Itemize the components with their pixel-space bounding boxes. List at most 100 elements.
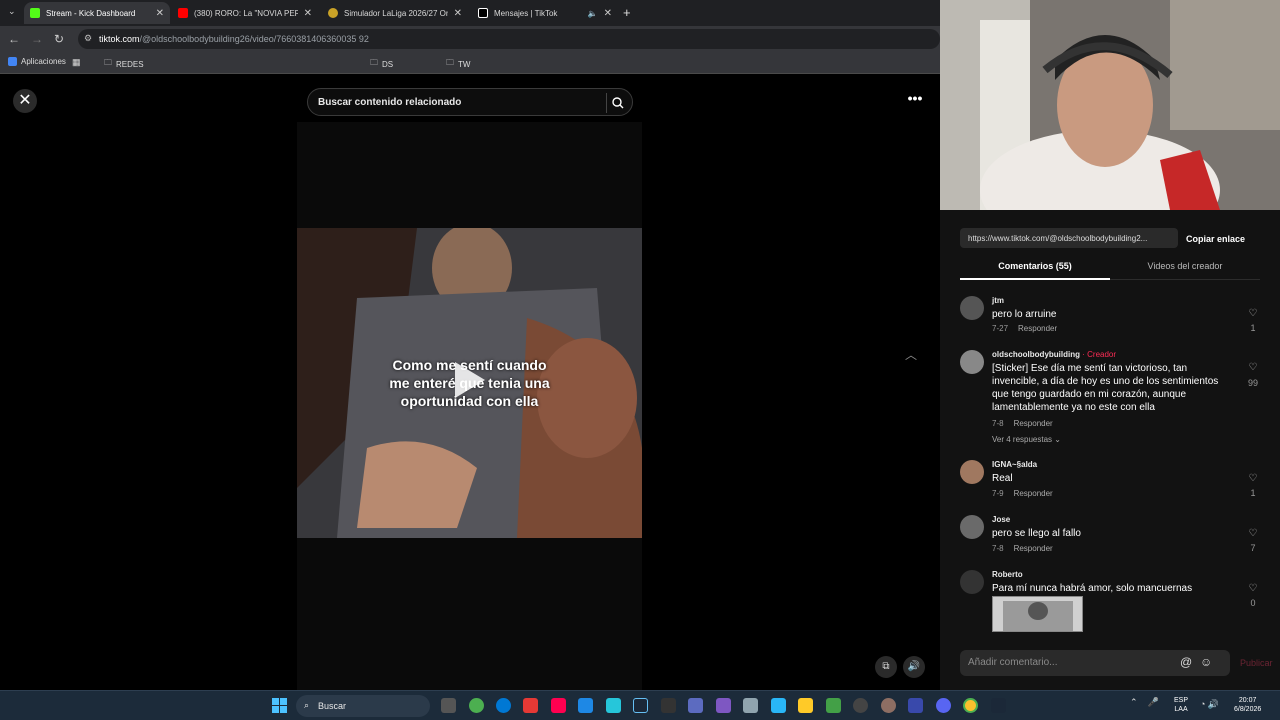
reply-button[interactable]: Responder bbox=[1014, 419, 1053, 428]
comment-item: IGNA~§alda Real 7-9 Responder ♡ 1 bbox=[960, 460, 1260, 508]
comment-username-row[interactable]: oldschoolbodybuilding · Creador bbox=[992, 350, 1116, 359]
app-icon[interactable] bbox=[881, 698, 896, 713]
reload-icon[interactable]: ↻ bbox=[54, 32, 64, 46]
mention-icon[interactable]: @ bbox=[1180, 655, 1192, 669]
app-icon[interactable] bbox=[578, 698, 593, 713]
heart-icon[interactable]: ♡ bbox=[1246, 473, 1260, 484]
reply-button[interactable]: Responder bbox=[1018, 324, 1057, 333]
kick-icon bbox=[30, 8, 40, 18]
comment-meta: 7-9 Responder bbox=[992, 489, 1053, 498]
video-player[interactable]: Como me sentí cuando me enteré que tenia… bbox=[297, 122, 642, 690]
view-replies-button[interactable]: Ver 4 respuestas ⌄ bbox=[992, 435, 1061, 444]
calculator-icon[interactable] bbox=[743, 698, 758, 713]
comment-username[interactable]: Jose bbox=[992, 515, 1010, 524]
chevron-down-icon: ⌄ bbox=[1054, 435, 1061, 444]
bookmark-label: TW bbox=[458, 59, 471, 69]
avatar[interactable] bbox=[960, 460, 984, 484]
task-view-icon[interactable] bbox=[441, 698, 456, 713]
site-info-icon[interactable]: ⚙ bbox=[84, 33, 92, 44]
reply-button[interactable]: Responder bbox=[1014, 544, 1053, 553]
tiktok-app-icon[interactable] bbox=[551, 698, 566, 713]
address-bar[interactable]: ⚙ tiktok.com/@oldschoolbodybuilding26/vi… bbox=[78, 29, 940, 49]
tab-tiktok-messages[interactable]: Mensajes | TikTok 🔈 ✕ bbox=[472, 2, 618, 24]
close-tab-icon[interactable]: ✕ bbox=[156, 8, 164, 19]
ds-folder[interactable]: 🗀 DS bbox=[370, 57, 393, 71]
publish-button[interactable]: Publicar bbox=[1240, 658, 1273, 668]
play-icon[interactable] bbox=[455, 362, 485, 398]
comment-username[interactable]: Roberto bbox=[992, 570, 1023, 579]
close-tab-icon[interactable]: ✕ bbox=[304, 8, 312, 19]
related-search-input[interactable]: Buscar contenido relacionado bbox=[307, 88, 633, 116]
volume-icon[interactable]: 🔊 bbox=[903, 656, 925, 678]
edge-icon[interactable] bbox=[496, 698, 511, 713]
more-options-icon[interactable]: ••• bbox=[903, 90, 927, 110]
tw-folder[interactable]: 🗀 TW bbox=[446, 57, 470, 71]
apps-bookmark[interactable]: Aplicaciones bbox=[8, 57, 66, 66]
tab-comments[interactable]: Comentarios (55) bbox=[960, 261, 1110, 280]
steam-icon[interactable] bbox=[633, 698, 648, 713]
app-icon[interactable] bbox=[661, 698, 676, 713]
app-icon[interactable] bbox=[908, 698, 923, 713]
chrome-icon[interactable] bbox=[469, 698, 484, 713]
close-button[interactable]: ✕ bbox=[13, 89, 37, 113]
avatar[interactable] bbox=[960, 515, 984, 539]
tab-search-chevron-icon[interactable]: ⌄ bbox=[8, 6, 16, 17]
back-icon[interactable]: ← bbox=[8, 32, 20, 46]
tiktok-video-viewer: ✕ Buscar contenido relacionado ••• Como … bbox=[0, 76, 940, 690]
comment-username: oldschoolbodybuilding bbox=[992, 350, 1080, 359]
tab-laliga-simulator[interactable]: Simulador LaLiga 2026/27 Onl ✕ bbox=[322, 2, 468, 24]
reply-button[interactable]: Responder bbox=[1014, 489, 1053, 498]
network-volume-icons[interactable]: ◔ 🔊 bbox=[1200, 699, 1219, 710]
language-indicator[interactable]: ESP LAA bbox=[1174, 696, 1188, 714]
file-explorer-icon[interactable] bbox=[798, 698, 813, 713]
app-icon[interactable] bbox=[523, 698, 538, 713]
app-icon[interactable] bbox=[606, 698, 621, 713]
taskbar-search[interactable]: ⌕ Buscar bbox=[296, 695, 430, 717]
clock[interactable]: 20:07 6/8/2026 bbox=[1234, 696, 1261, 714]
discord-icon[interactable] bbox=[936, 698, 951, 713]
comment-meta: 7-8 Responder bbox=[992, 419, 1053, 428]
avatar[interactable] bbox=[960, 350, 984, 374]
heart-icon[interactable]: ♡ bbox=[1246, 583, 1260, 594]
heart-icon[interactable]: ♡ bbox=[1246, 528, 1260, 539]
obs-icon[interactable] bbox=[853, 698, 868, 713]
windows-start-icon[interactable] bbox=[272, 698, 288, 714]
tab-creator-videos[interactable]: Videos del creador bbox=[1110, 261, 1260, 271]
tab-kick-dashboard[interactable]: Stream - Kick Dashboard ✕ bbox=[24, 2, 170, 24]
comment-date: 7-9 bbox=[992, 489, 1004, 498]
app-icon[interactable] bbox=[688, 698, 703, 713]
chrome-active-icon[interactable] bbox=[963, 698, 978, 713]
comment-username[interactable]: jtm bbox=[992, 296, 1004, 305]
captions-icon[interactable]: ⧉ bbox=[875, 656, 897, 678]
copy-link-button[interactable]: Copiar enlace bbox=[1186, 234, 1245, 244]
grid-icon[interactable]: ▦ bbox=[72, 57, 81, 68]
forward-icon[interactable]: → bbox=[31, 32, 43, 46]
minecraft-icon[interactable] bbox=[826, 698, 841, 713]
bookmark-label: DS bbox=[382, 59, 394, 69]
avatar[interactable] bbox=[960, 296, 984, 320]
steam-icon[interactable] bbox=[991, 698, 1006, 713]
webcam-image bbox=[940, 0, 1280, 210]
share-link-field[interactable]: https://www.tiktok.com/@oldschoolbodybui… bbox=[960, 228, 1178, 248]
comment-composer: Añadir comentario... @ ☺ Publicar bbox=[960, 650, 1273, 676]
new-tab-button[interactable]: + bbox=[623, 5, 631, 20]
close-tab-icon[interactable]: ✕ bbox=[604, 8, 612, 19]
tab-title: Simulador LaLiga 2026/27 Onl bbox=[344, 8, 448, 18]
apps-grid-icon bbox=[8, 57, 17, 66]
comment-item: Jose pero se llego al fallo 7-8 Responder… bbox=[960, 515, 1260, 563]
search-icon[interactable] bbox=[606, 93, 626, 113]
emoji-icon[interactable]: ☺ bbox=[1200, 655, 1212, 669]
close-tab-icon[interactable]: ✕ bbox=[454, 8, 462, 19]
comment-image[interactable] bbox=[992, 596, 1083, 632]
share-link-row: https://www.tiktok.com/@oldschoolbodybui… bbox=[960, 228, 1260, 248]
redes-folder[interactable]: 🗀 REDES bbox=[104, 57, 144, 71]
comment-username[interactable]: IGNA~§alda bbox=[992, 460, 1037, 469]
previous-video-icon[interactable]: ︿ bbox=[905, 346, 917, 363]
tab-youtube[interactable]: (380) RORO: La "NOVIA PERFECTA" ✕ bbox=[172, 2, 318, 24]
app-icon[interactable] bbox=[716, 698, 731, 713]
heart-icon[interactable]: ♡ bbox=[1246, 362, 1260, 373]
heart-icon[interactable]: ♡ bbox=[1246, 308, 1260, 319]
notepad-icon[interactable] bbox=[771, 698, 786, 713]
avatar[interactable] bbox=[960, 570, 984, 594]
system-tray[interactable]: ⌃ 🎤 bbox=[1130, 697, 1159, 708]
